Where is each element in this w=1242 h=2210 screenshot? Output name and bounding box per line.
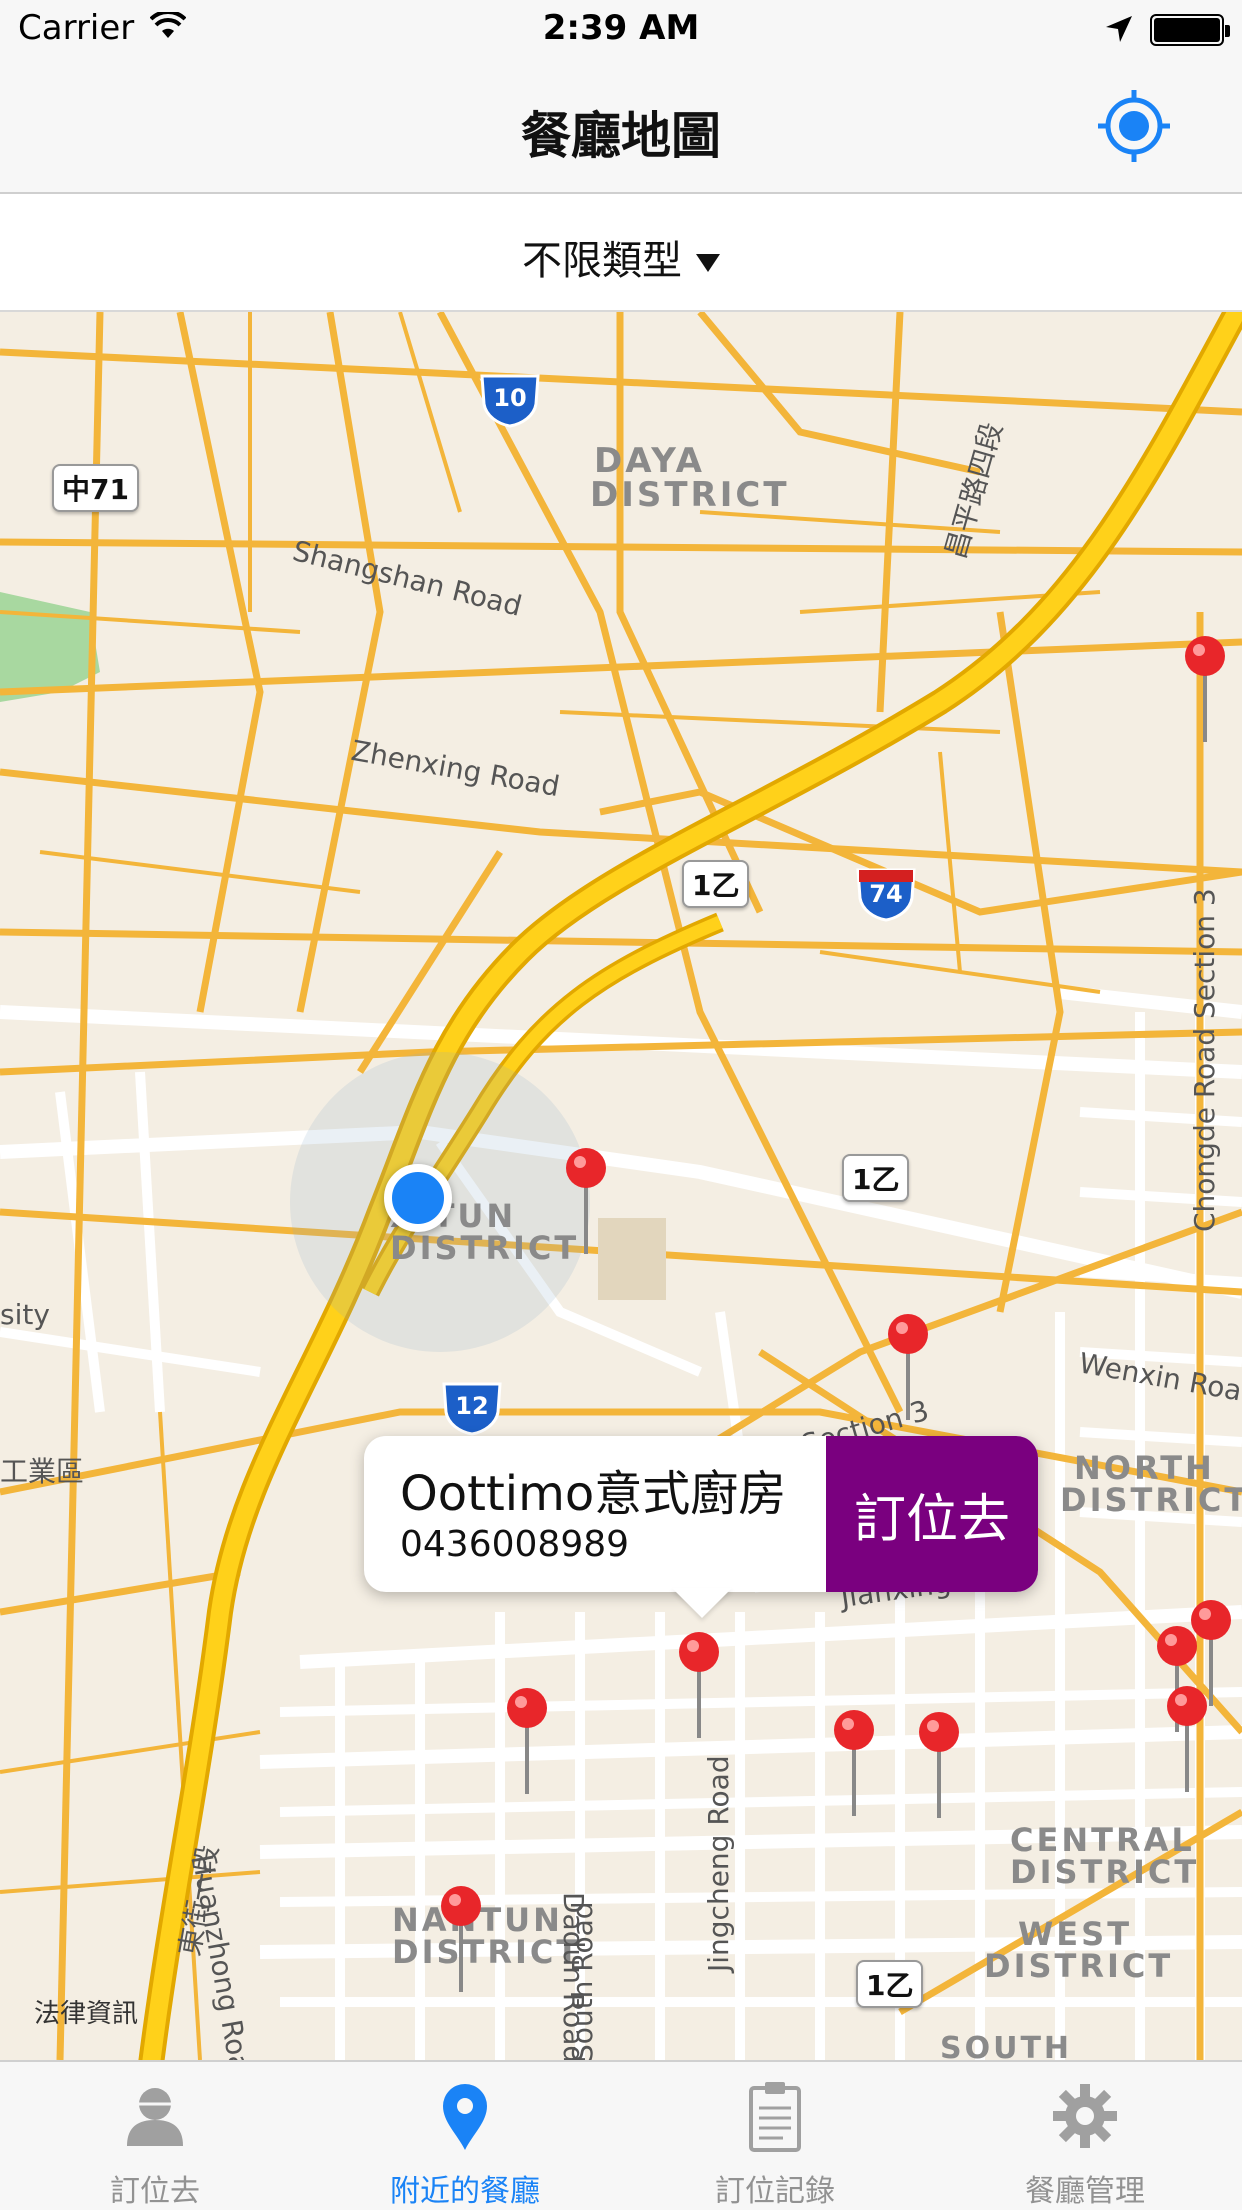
page-title: 餐廳地圖 — [521, 107, 721, 165]
legal-link[interactable]: 法律資訊 — [34, 1993, 138, 2030]
restaurant-pin-icon[interactable] — [1162, 1684, 1212, 1794]
restaurant-pin-icon[interactable] — [914, 1710, 964, 1820]
person-icon — [127, 2088, 183, 2146]
district-label: NANTUN DISTRICT — [392, 1901, 582, 1971]
map-pin-icon — [443, 2084, 487, 2150]
tab-label: 餐廳管理 — [1025, 2174, 1145, 2209]
callout-pointer — [672, 1588, 732, 1618]
district-label: NORTH DISTRICT — [1060, 1449, 1242, 1519]
road-label: sity — [0, 1298, 50, 1331]
tab-management[interactable]: 餐廳管理 — [930, 2062, 1240, 2210]
restaurant-phone[interactable]: 0436008989 — [400, 1524, 629, 1565]
district-label: SOUTH — [940, 2031, 1073, 2061]
highway-shield-icon: 12 — [442, 1382, 502, 1436]
highway-shield-icon: 74 — [856, 868, 916, 922]
tab-nearby[interactable]: 附近的餐廳 — [310, 2062, 620, 2210]
restaurant-name: Oottimo意式廚房 — [400, 1466, 787, 1522]
dropdown-caret-icon — [696, 254, 720, 272]
highway-shield-number: 74 — [869, 880, 902, 908]
district-label: CENTRAL DISTRICT — [1010, 1821, 1200, 1891]
category-filter-label: 不限類型 — [522, 238, 682, 284]
restaurant-pin-icon[interactable] — [883, 1312, 933, 1422]
tab-bar: 訂位去 附近的餐廳 訂位記錄 餐廳管理 — [0, 2060, 1242, 2210]
highway-shield-number: 12 — [455, 1392, 488, 1420]
battery-icon — [1150, 14, 1230, 46]
category-filter-button[interactable]: 不限類型 — [0, 228, 1242, 286]
navigation-bar: 餐廳地圖 — [0, 60, 1242, 194]
route-shield: 1乙 — [856, 1960, 924, 2008]
map-view[interactable]: DAYA DISTRICT NORTH DISTRICT CENTRAL DISTRI… — [0, 312, 1242, 2060]
highway-shield-number: 10 — [493, 384, 526, 412]
road-label: South Road — [566, 1901, 599, 2060]
route-shield: 1乙 — [842, 1154, 910, 1202]
tab-label: 訂位去 — [110, 2174, 200, 2209]
tab-label: 訂位記錄 — [715, 2174, 835, 2209]
tab-label: 附近的餐廳 — [390, 2174, 540, 2209]
restaurant-pin-icon[interactable] — [1180, 634, 1230, 744]
restaurant-pin-icon[interactable] — [674, 1630, 724, 1740]
restaurant-pin-icon[interactable] — [561, 1146, 611, 1256]
restaurant-callout[interactable]: Oottimo意式廚房 0436008989 訂位去 — [364, 1436, 1038, 1592]
gear-icon — [1053, 2084, 1117, 2148]
restaurant-pin-icon[interactable] — [436, 1884, 486, 1994]
crosshair-location-icon[interactable] — [1096, 88, 1172, 164]
highway-shield-icon: 10 — [480, 374, 540, 428]
book-button[interactable]: 訂位去 — [826, 1436, 1038, 1592]
tab-records[interactable]: 訂位記錄 — [620, 2062, 930, 2210]
status-time: 2:39 AM — [542, 8, 700, 48]
filter-bar: 不限類型 — [0, 194, 1242, 312]
restaurant-pin-icon[interactable] — [502, 1686, 552, 1796]
district-label: DAYA DISTRICT — [590, 441, 790, 515]
map-base-layer — [0, 312, 1242, 2060]
current-location-dot — [384, 1164, 452, 1232]
clipboard-icon — [749, 2082, 801, 2152]
road-label: 工業區 — [0, 1455, 85, 1488]
road-label: Chongde Road Section 3 — [1188, 888, 1221, 1232]
restaurant-pin-icon[interactable] — [829, 1708, 879, 1818]
location-arrow-icon — [1106, 16, 1132, 42]
district-label: WEST DISTRICT — [984, 1915, 1174, 1985]
route-shield: 1乙 — [682, 860, 750, 908]
tab-book[interactable]: 訂位去 — [0, 2062, 310, 2210]
road-label: Jingcheng Road — [702, 1755, 735, 1972]
route-shield: 中71 — [52, 464, 139, 512]
status-bar: Carrier 2:39 AM — [0, 0, 1242, 60]
